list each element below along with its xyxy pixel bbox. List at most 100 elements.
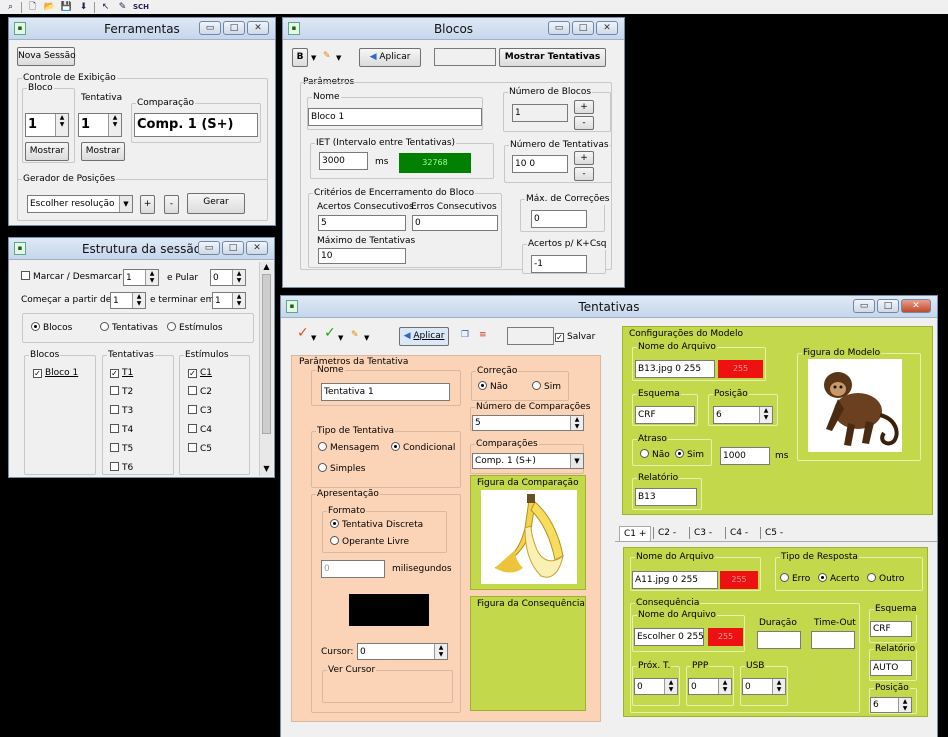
arquivo-input[interactable]: B13.jpg 0 255 bbox=[635, 360, 715, 378]
cursor-spinner[interactable]: 0 ▲ ▼ bbox=[357, 643, 448, 660]
iet-input[interactable]: 3000 bbox=[319, 152, 368, 170]
check-red-icon[interactable]: ✓ bbox=[297, 326, 309, 340]
checkbox-box[interactable] bbox=[110, 405, 119, 414]
marcar-spinner[interactable]: 1 ▲ ▼ bbox=[123, 269, 159, 286]
save-icon[interactable]: 💾 bbox=[60, 2, 73, 13]
color-swatch-red[interactable]: 255 bbox=[718, 360, 763, 378]
consq-arquivo-input[interactable]: Escolher 0 255 bbox=[634, 628, 704, 646]
num-tentativas-plus[interactable]: + bbox=[574, 151, 594, 165]
black-stimulus-swatch[interactable] bbox=[349, 594, 429, 626]
radio-dot[interactable] bbox=[31, 322, 40, 331]
title-bar[interactable]: ▪ Estrutura da sessão ▭ □ ✕ bbox=[9, 238, 274, 260]
minimize-button[interactable]: ▭ bbox=[199, 21, 221, 35]
tab-c1[interactable]: C1 + bbox=[619, 526, 652, 541]
chevron-down-icon[interactable]: ▼ bbox=[311, 52, 316, 64]
spin-arrows[interactable]: ▲ ▼ bbox=[772, 679, 785, 694]
search-icon[interactable]: ⌕ bbox=[4, 2, 17, 13]
pencil-icon[interactable]: ✎ bbox=[116, 2, 129, 13]
scroll-up-arrow[interactable]: ▲ bbox=[260, 262, 273, 274]
posicao-spinner[interactable]: 6 ▲ ▼ bbox=[713, 406, 773, 424]
radio-erro[interactable]: Erro bbox=[780, 573, 810, 585]
radio-dot[interactable] bbox=[167, 322, 176, 331]
radio-dot[interactable] bbox=[640, 449, 649, 458]
radio-blocos[interactable]: Blocos bbox=[31, 322, 72, 334]
chevron-down-icon[interactable]: ▼ bbox=[364, 332, 369, 344]
radio-dot[interactable] bbox=[675, 449, 684, 458]
pencil-icon[interactable]: ✎ bbox=[351, 329, 359, 341]
title-bar[interactable]: ▪ Ferramentas ▭ □ ✕ bbox=[9, 18, 275, 40]
list-item[interactable]: C4 bbox=[188, 424, 212, 436]
checkbox-box[interactable] bbox=[110, 462, 119, 471]
spin-arrows[interactable]: ▲ ▼ bbox=[55, 114, 68, 136]
check-green-icon[interactable]: ✓ bbox=[324, 326, 336, 340]
chevron-down-icon[interactable]: ▼ bbox=[336, 52, 341, 64]
title-bar[interactable]: ▪ Blocos ▭ □ ✕ bbox=[283, 18, 624, 40]
checkbox-box[interactable] bbox=[110, 424, 119, 433]
resolucao-dropdown[interactable]: Escolher resolução ▼ bbox=[27, 195, 133, 213]
radio-sim[interactable]: Sim bbox=[532, 381, 561, 393]
aplicar-button[interactable]: ◀ Aplicar bbox=[399, 327, 449, 346]
blank-field[interactable] bbox=[434, 48, 496, 66]
radio-dot[interactable] bbox=[330, 519, 339, 528]
minimize-button[interactable]: ▭ bbox=[198, 241, 220, 255]
nome-input[interactable]: Tentativa 1 bbox=[321, 383, 450, 401]
checkbox-box[interactable] bbox=[21, 271, 30, 280]
maximize-button[interactable]: □ bbox=[223, 21, 245, 35]
relatorio-input[interactable]: B13 bbox=[635, 488, 697, 506]
radio-dot[interactable] bbox=[478, 381, 487, 390]
gerar-button[interactable]: Gerar bbox=[187, 193, 245, 214]
list-item[interactable]: C5 bbox=[188, 443, 212, 455]
timeout-input[interactable] bbox=[811, 631, 855, 649]
ppp-spinner[interactable]: 0 ▲ ▼ bbox=[688, 678, 732, 695]
checkbox-box[interactable] bbox=[188, 405, 197, 414]
minimize-button[interactable]: ▭ bbox=[853, 299, 875, 313]
checkbox-box[interactable]: ✓ bbox=[110, 369, 119, 378]
spin-arrows[interactable]: ▲ ▼ bbox=[898, 698, 911, 712]
radio-acerto[interactable]: Acerto bbox=[818, 573, 859, 585]
color-bars-icon[interactable]: ≡ bbox=[479, 329, 487, 341]
checkbox-box[interactable] bbox=[188, 424, 197, 433]
duracao-input[interactable] bbox=[757, 631, 801, 649]
checkbox-box[interactable] bbox=[188, 443, 197, 452]
checkbox-box[interactable] bbox=[188, 386, 197, 395]
sch-label[interactable]: SCH bbox=[133, 2, 149, 13]
radio-tentativas[interactable]: Tentativas bbox=[100, 322, 158, 334]
minus-button[interactable]: - bbox=[164, 195, 179, 214]
erros-input[interactable]: 0 bbox=[412, 215, 498, 231]
radio-dot[interactable] bbox=[318, 463, 327, 472]
list-item[interactable]: T2 bbox=[110, 386, 133, 398]
list-item[interactable]: T3 bbox=[110, 405, 133, 417]
nova-sessao-button[interactable]: Nova Sessão bbox=[17, 47, 76, 66]
radio-condicional[interactable]: Condicional bbox=[391, 442, 455, 454]
salvar-checkbox[interactable]: ✓ Salvar bbox=[555, 331, 595, 343]
marcar-checkbox[interactable]: Marcar / Desmarcar bbox=[21, 271, 122, 283]
windows-icon[interactable]: ❐ bbox=[461, 329, 469, 341]
radio-simples[interactable]: Simples bbox=[318, 463, 365, 475]
num-comp-spinner[interactable]: 5 ▲ ▼ bbox=[472, 415, 584, 431]
radio-estimulos[interactable]: Estímulos bbox=[167, 322, 223, 334]
list-item[interactable]: C2 bbox=[188, 386, 212, 398]
num-tentativas-minus[interactable]: - bbox=[574, 167, 594, 181]
radio-atraso-sim[interactable]: Sim bbox=[675, 449, 704, 461]
close-button[interactable]: ✕ bbox=[246, 241, 268, 255]
checkbox-box[interactable] bbox=[110, 443, 119, 452]
plus-button[interactable]: + bbox=[140, 195, 155, 214]
maximize-button[interactable]: □ bbox=[572, 21, 594, 35]
maximize-button[interactable]: □ bbox=[877, 299, 899, 313]
c-posicao-spinner[interactable]: 6 ▲ ▼ bbox=[870, 697, 912, 713]
tab-c5[interactable]: C5 - bbox=[760, 527, 787, 539]
radio-dot[interactable] bbox=[818, 573, 827, 582]
figura-consequencia-panel[interactable]: Figura da Consequência bbox=[470, 596, 586, 711]
pencil-icon[interactable]: ✎ bbox=[323, 50, 331, 62]
bloco-spinner[interactable]: 1 ▲ ▼ bbox=[25, 113, 69, 137]
scroll-thumb[interactable] bbox=[262, 274, 271, 434]
pular-spinner[interactable]: 0 ▲ ▼ bbox=[210, 269, 246, 286]
radio-dot[interactable] bbox=[532, 381, 541, 390]
max-tentativas-input[interactable]: 10 bbox=[318, 248, 406, 264]
open-folder-icon[interactable]: 📂 bbox=[43, 2, 56, 13]
chevron-down-icon[interactable]: ▼ bbox=[119, 196, 132, 212]
comecar-spinner[interactable]: 1 ▲ ▼ bbox=[110, 292, 146, 309]
terminar-spinner[interactable]: 1 ▲ ▼ bbox=[212, 292, 246, 309]
color-swatch-green[interactable]: 32768 bbox=[399, 153, 471, 173]
mostrar-bloco-button[interactable]: Mostrar bbox=[25, 142, 69, 161]
